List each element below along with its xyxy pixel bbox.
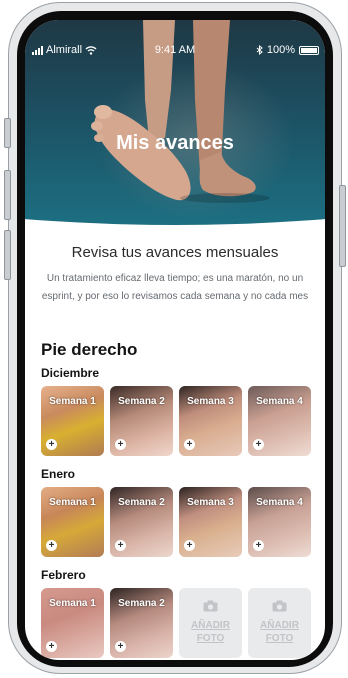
week-label: Semana 1: [49, 598, 96, 609]
section-title-right-foot: Pie derecho: [41, 340, 138, 359]
power-button: [339, 185, 346, 267]
battery-percent: 100%: [266, 44, 295, 56]
month-label: Febrero: [41, 568, 86, 582]
week-label: Semana 1: [49, 497, 96, 508]
week-photo-thumbnail[interactable]: Semana 2 +: [110, 487, 173, 557]
week-photo-thumbnail[interactable]: Semana 4 +: [248, 487, 311, 557]
page-subtitle: Revisa tus avances mensuales: [71, 244, 279, 261]
week-label: Semana 1: [49, 396, 96, 407]
week-label: Semana 3: [187, 396, 234, 407]
plus-circle-icon[interactable]: +: [253, 439, 264, 450]
add-photo-button[interactable]: AÑADIR FOTO: [179, 588, 242, 658]
month-label: Enero: [41, 467, 76, 481]
volume-down-button: [4, 230, 11, 280]
app-screen: Mis avances Almirall 9:41 AM 100% Revisa…: [25, 20, 325, 660]
plus-circle-icon[interactable]: +: [115, 439, 126, 450]
plus-circle-icon[interactable]: +: [184, 439, 195, 450]
volume-up-button: [4, 170, 11, 220]
week-photo-thumbnail[interactable]: Semana 3 +: [179, 386, 242, 456]
week-photo-thumbnail[interactable]: Semana 2 +: [110, 588, 173, 658]
page-description: Un tratamiento eficaz lleva tiempo; es u…: [41, 273, 309, 302]
hero-title: Mis avances: [116, 132, 234, 154]
week-photo-thumbnail[interactable]: Semana 1 +: [41, 487, 104, 557]
plus-circle-icon[interactable]: +: [115, 641, 126, 652]
plus-circle-icon[interactable]: +: [253, 540, 264, 551]
plus-circle-icon[interactable]: +: [115, 540, 126, 551]
week-label: Semana 4: [256, 396, 303, 407]
week-photo-thumbnail[interactable]: Semana 3 +: [179, 487, 242, 557]
add-photo-button[interactable]: AÑADIR FOTO: [248, 588, 311, 658]
week-photo-thumbnail[interactable]: Semana 4 +: [248, 386, 311, 456]
week-label: Semana 2: [118, 396, 165, 407]
week-photo-thumbnail[interactable]: Semana 2 +: [110, 386, 173, 456]
week-label: Semana 4: [256, 497, 303, 508]
camera-icon: [203, 600, 218, 612]
bluetooth-icon: [256, 45, 263, 55]
add-photo-label: AÑADIR FOTO: [260, 620, 299, 644]
battery-icon: [299, 45, 319, 55]
week-photo-thumbnail[interactable]: Semana 1 +: [41, 588, 104, 658]
plus-circle-icon[interactable]: +: [184, 540, 195, 551]
week-photo-thumbnail[interactable]: Semana 1 +: [41, 386, 104, 456]
plus-circle-icon[interactable]: +: [46, 540, 57, 551]
status-bar: Almirall 9:41 AM 100%: [25, 44, 325, 60]
week-label: Semana 2: [118, 497, 165, 508]
status-right: 100%: [256, 44, 319, 56]
mute-switch: [4, 118, 11, 148]
week-label: Semana 2: [118, 598, 165, 609]
month-label: Diciembre: [41, 366, 100, 380]
week-label: Semana 3: [187, 497, 234, 508]
camera-icon: [272, 600, 287, 612]
add-photo-label: AÑADIR FOTO: [191, 620, 230, 644]
plus-circle-icon[interactable]: +: [46, 641, 57, 652]
plus-circle-icon[interactable]: +: [46, 439, 57, 450]
